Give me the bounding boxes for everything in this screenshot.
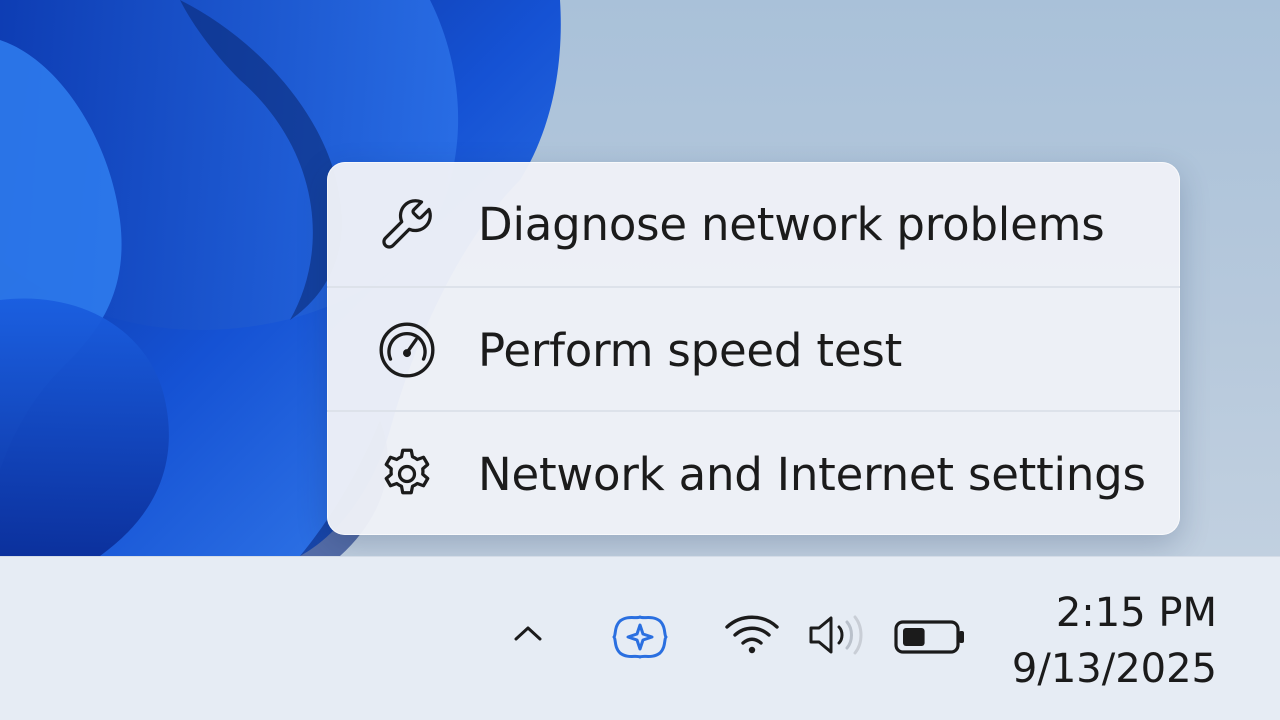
taskbar: 2:15 PM 9/13/2025 xyxy=(0,556,1280,720)
menu-item-label: Diagnose network problems xyxy=(478,197,1105,251)
battery-button[interactable] xyxy=(892,619,968,659)
copilot-button[interactable] xyxy=(604,607,676,671)
wrench-icon xyxy=(375,192,439,256)
battery-icon xyxy=(893,618,967,660)
copilot-icon xyxy=(610,611,670,667)
menu-item-speed-test[interactable]: Perform speed test xyxy=(327,288,1180,412)
menu-item-label: Network and Internet settings xyxy=(478,447,1146,501)
volume-icon xyxy=(805,612,867,662)
gear-icon xyxy=(375,442,439,506)
menu-item-label: Perform speed test xyxy=(478,323,903,377)
menu-item-network-settings[interactable]: Network and Internet settings xyxy=(327,412,1180,535)
speedometer-icon xyxy=(375,318,439,382)
show-hidden-icons-button[interactable] xyxy=(500,607,556,663)
clock-date: 9/13/2025 xyxy=(1011,646,1217,692)
clock-button[interactable]: 2:15 PM 9/13/2025 xyxy=(1012,585,1217,697)
wifi-icon xyxy=(723,612,781,662)
wifi-button[interactable] xyxy=(722,613,782,661)
network-context-menu: Diagnose network problems Perform speed … xyxy=(327,162,1180,535)
chevron-up-icon xyxy=(508,621,548,649)
volume-button[interactable] xyxy=(804,613,868,661)
clock-time: 2:15 PM xyxy=(1055,590,1217,636)
menu-item-diagnose-network[interactable]: Diagnose network problems xyxy=(327,162,1180,286)
